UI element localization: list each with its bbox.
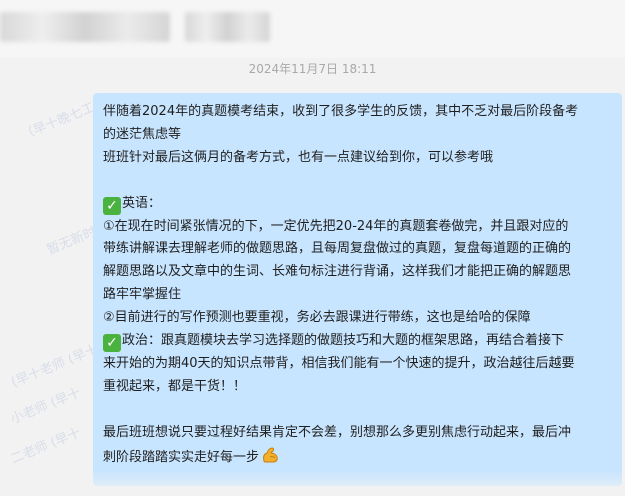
message-line: ①在现在时间紧张情况的下，一定优先把20-24年的真题套卷做完，并且跟对应的 <box>103 218 569 234</box>
blurred-contact-info <box>185 12 270 42</box>
watermark: 二老师 (早十 <box>8 425 84 468</box>
message-line: 伴随着2024年的真题模考结束，收到了很多学生的反馈，其中不乏对最后阶段备考 <box>103 104 579 119</box>
chat-header <box>0 0 625 58</box>
politics-text: 政治：跟真题模块去学习选择题的做题技巧和大题的框架思路，再结合着接下 <box>122 333 565 349</box>
message-line: 班班针对最后这俩月的备考方式，也有一点建议给到你，可以参考哦 <box>103 149 494 165</box>
message-bubble[interactable]: 伴随着2024年的真题模考结束，收到了很多学生的反馈，其中不乏对最后阶段备考 的… <box>93 93 622 486</box>
message-line: 路牢牢掌握住 <box>103 287 182 303</box>
message-timestamp: 2024年11月7日 18:11 <box>248 62 377 76</box>
message-line: 解题思路以及文章中的生词、长难句标注进行背诵，这样我们才能把正确的解题思 <box>103 264 572 280</box>
closing-text: 刺阶段踏踏实实走好每一步 <box>103 449 260 465</box>
white-heavy-check-mark-icon: ✓ <box>103 196 121 215</box>
message-line: 重视起来，都是干货！！ <box>103 378 247 394</box>
politics-row: ✓ 政治：跟真题模块去学习选择题的做题技巧和大题的框架思路，再结合着接下 <box>103 330 612 353</box>
message-line: 最后班班想说只要过程好结果肯定不会差，别想那么多更别焦虑行动起来，最后冲 <box>103 424 572 440</box>
closing-row: 刺阶段踏踏实实走好每一步 <box>103 445 612 470</box>
english-heading-row: ✓ 英语： <box>103 193 612 216</box>
blurred-contact-name <box>0 12 170 42</box>
watermark: (早十老师 (早十 <box>9 342 101 391</box>
watermark: 暂无新时 <box>44 224 99 259</box>
message-line: 来开始的为期40天的知识点带背，相信我们能有一个快速的提升，政治越往后越要 <box>103 355 575 371</box>
english-heading: 英语： <box>122 195 162 211</box>
message-line: 的迷茫焦虑等 <box>103 126 182 142</box>
message-line: ②目前进行的写作预测也要重视，务必去跟课进行带练，这也是给哈的保障 <box>103 310 531 326</box>
message-line: 带练讲解课去理解老师的做题思路，且每周复盘做过的真题，复盘每道题的正确的 <box>103 241 572 257</box>
flexed-biceps-icon <box>263 447 278 463</box>
white-heavy-check-mark-icon: ✓ <box>103 334 121 353</box>
